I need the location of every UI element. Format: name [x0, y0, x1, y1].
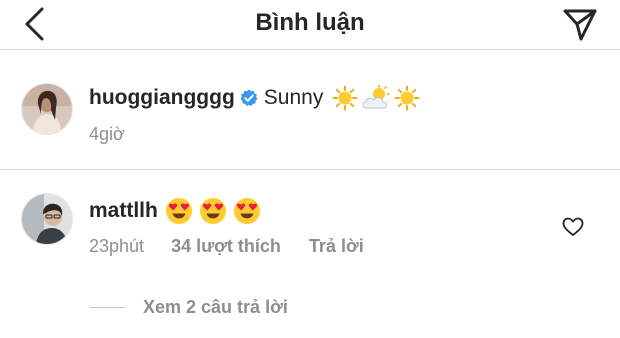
heart-eyes-emoji-icon	[165, 197, 193, 225]
sun-emoji-icon	[332, 85, 358, 111]
heart-outline-icon	[562, 217, 584, 236]
page-title: Bình luận	[255, 9, 365, 36]
comment-meta: 23phút 34 lượt thích Trả lời	[89, 236, 364, 257]
commenter-avatar[interactable]	[21, 193, 73, 245]
comment-line: mattllh	[89, 196, 261, 226]
caption-meta: 4giờ	[89, 124, 125, 145]
likes-count[interactable]: 34 lượt thích	[171, 236, 281, 257]
view-replies-button[interactable]: Xem 2 câu trả lời	[90, 297, 288, 318]
caption-text: Sunny	[263, 86, 324, 109]
author-username[interactable]: huoggiangggg	[89, 86, 235, 110]
caption-timestamp: 4giờ	[89, 124, 125, 144]
like-comment-button[interactable]	[562, 216, 584, 238]
sun-emoji-icon	[394, 85, 420, 111]
reply-button[interactable]: Trả lời	[309, 236, 364, 257]
author-avatar[interactable]	[21, 83, 73, 135]
share-button[interactable]	[558, 2, 602, 46]
header-bar: Bình luận	[0, 0, 620, 50]
heart-eyes-emoji-icon	[233, 197, 261, 225]
view-replies-label: Xem 2 câu trả lời	[143, 297, 288, 317]
verified-badge-icon	[240, 89, 258, 107]
caption-line: huoggiangggg Sunny	[89, 84, 420, 112]
comment-timestamp: 23phút	[89, 236, 145, 256]
heart-eyes-emoji-icon	[199, 197, 227, 225]
sun-behind-cloud-emoji-icon	[361, 85, 391, 111]
comments-screen: Bình luận huoggiangggg Sunny 4giờ mattll…	[0, 0, 620, 338]
replies-divider	[90, 307, 125, 308]
commenter-username[interactable]: mattllh	[89, 199, 158, 223]
paper-plane-icon	[563, 9, 597, 41]
